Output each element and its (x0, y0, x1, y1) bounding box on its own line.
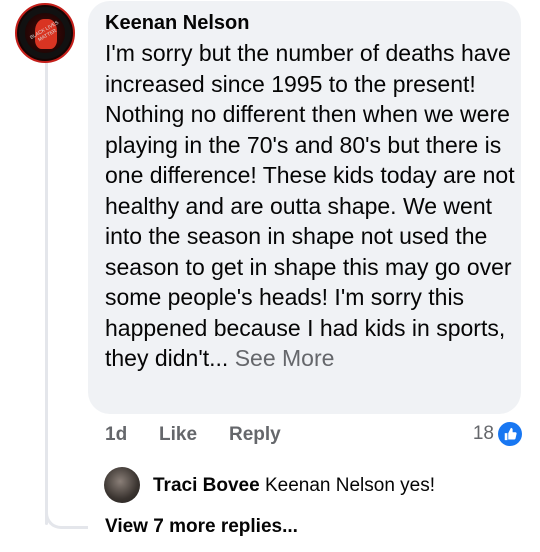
reply-avatar[interactable] (104, 467, 140, 503)
comment-author[interactable]: Keenan Nelson (105, 12, 249, 35)
comment-timestamp[interactable]: 1d (105, 424, 127, 446)
view-more-replies-link[interactable]: View 7 more replies... (105, 516, 298, 538)
reply-button[interactable]: Reply (229, 424, 281, 446)
reply-text: Keenan Nelson yes! (264, 475, 436, 496)
reaction-count: 18 (472, 423, 494, 444)
thumbs-up-glyph (504, 427, 517, 441)
thread-line (45, 62, 48, 525)
reply-author[interactable]: Traci Bovee (153, 475, 260, 496)
reply-comment: Traci Bovee Keenan Nelson yes! (153, 475, 435, 497)
reaction-summary[interactable]: 18 (473, 422, 522, 446)
like-button[interactable]: Like (159, 424, 197, 446)
see-more-link[interactable]: See More (235, 345, 335, 371)
thumbs-up-icon (498, 422, 522, 446)
comment-body: I'm sorry but the number of deaths have … (105, 40, 515, 371)
thread-branch (45, 480, 88, 529)
comment-text: I'm sorry but the number of deaths have … (105, 38, 515, 374)
avatar[interactable]: BLACK LIVES MATTER (15, 3, 75, 63)
